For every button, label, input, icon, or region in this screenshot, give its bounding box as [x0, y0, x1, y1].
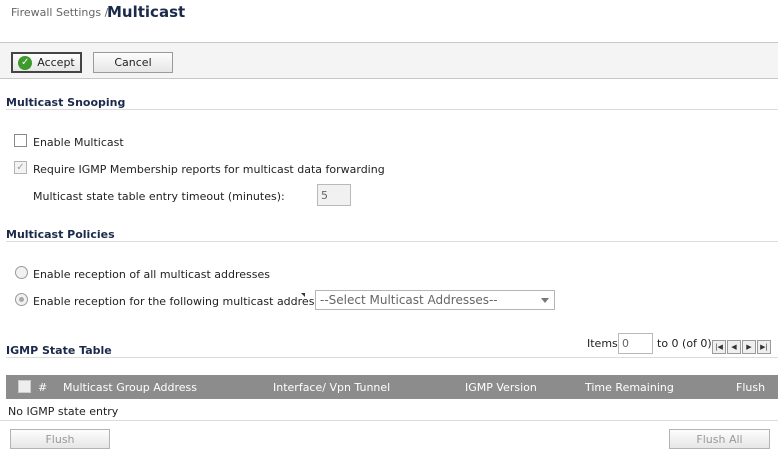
column-header-number[interactable]: # [38, 381, 47, 394]
section-divider [6, 241, 778, 242]
flush-all-label: Flush All [696, 432, 743, 446]
timeout-input[interactable]: 5 [317, 184, 351, 206]
column-header-group-address[interactable]: Multicast Group Address [63, 381, 197, 394]
section-divider [6, 357, 778, 358]
column-header-igmp-version[interactable]: IGMP Version [465, 381, 537, 394]
radio-following-addresses-label: Enable reception for the following multi… [33, 295, 333, 308]
accept-label: Accept [37, 56, 75, 69]
items-range-text: to 0 (of 0) [657, 337, 712, 350]
table-footer-divider [0, 420, 778, 421]
flush-label: Flush [45, 432, 75, 446]
flush-button[interactable]: Flush [10, 429, 110, 449]
check-circle-icon: ✓ [18, 55, 33, 70]
column-header-time-remaining[interactable]: Time Remaining [585, 381, 674, 394]
corner-marker-icon [301, 293, 305, 297]
breadcrumb[interactable]: Firewall Settings / [11, 6, 108, 19]
column-header-interface[interactable]: Interface/ Vpn Tunnel [273, 381, 390, 394]
select-all-checkbox[interactable] [18, 380, 31, 393]
radio-following-addresses[interactable] [15, 293, 28, 306]
multicast-address-select[interactable]: --Select Multicast Addresses-- [315, 290, 555, 310]
chevron-down-icon [541, 298, 549, 303]
enable-multicast-label: Enable Multicast [33, 136, 124, 149]
section-divider [6, 109, 778, 110]
require-igmp-checkbox[interactable]: ✓ [14, 161, 27, 174]
accept-button[interactable]: ✓ Accept [11, 52, 82, 73]
section-title-igmp: IGMP State Table [6, 344, 112, 357]
radio-all-addresses[interactable] [15, 266, 28, 279]
page-title: Multicast [107, 3, 186, 21]
empty-table-message: No IGMP state entry [8, 405, 119, 418]
multicast-address-select-value: --Select Multicast Addresses-- [320, 293, 498, 307]
prev-page-icon[interactable]: ◀ [727, 340, 741, 354]
radio-all-addresses-label: Enable reception of all multicast addres… [33, 268, 270, 281]
timeout-label: Multicast state table entry timeout (min… [33, 190, 285, 203]
items-input[interactable]: 0 [618, 333, 653, 354]
next-page-icon[interactable]: ▶ [742, 340, 756, 354]
section-title-snooping: Multicast Snooping [6, 96, 126, 109]
column-header-flush[interactable]: Flush [736, 381, 765, 394]
first-page-icon[interactable]: |◀ [712, 340, 726, 354]
cancel-button[interactable]: Cancel [93, 52, 173, 73]
timeout-value: 5 [321, 188, 328, 202]
require-igmp-label: Require IGMP Membership reports for mult… [33, 163, 385, 176]
toolbar: ✓ Accept Cancel [0, 42, 778, 79]
items-value: 0 [622, 337, 629, 350]
section-title-policies: Multicast Policies [6, 228, 115, 241]
enable-multicast-checkbox[interactable] [14, 134, 27, 147]
table-header: # Multicast Group Address Interface/ Vpn… [6, 375, 778, 399]
flush-all-button[interactable]: Flush All [669, 429, 770, 449]
cancel-label: Cancel [114, 56, 152, 69]
items-label: Items [587, 337, 618, 350]
last-page-icon[interactable]: ▶| [757, 340, 771, 354]
